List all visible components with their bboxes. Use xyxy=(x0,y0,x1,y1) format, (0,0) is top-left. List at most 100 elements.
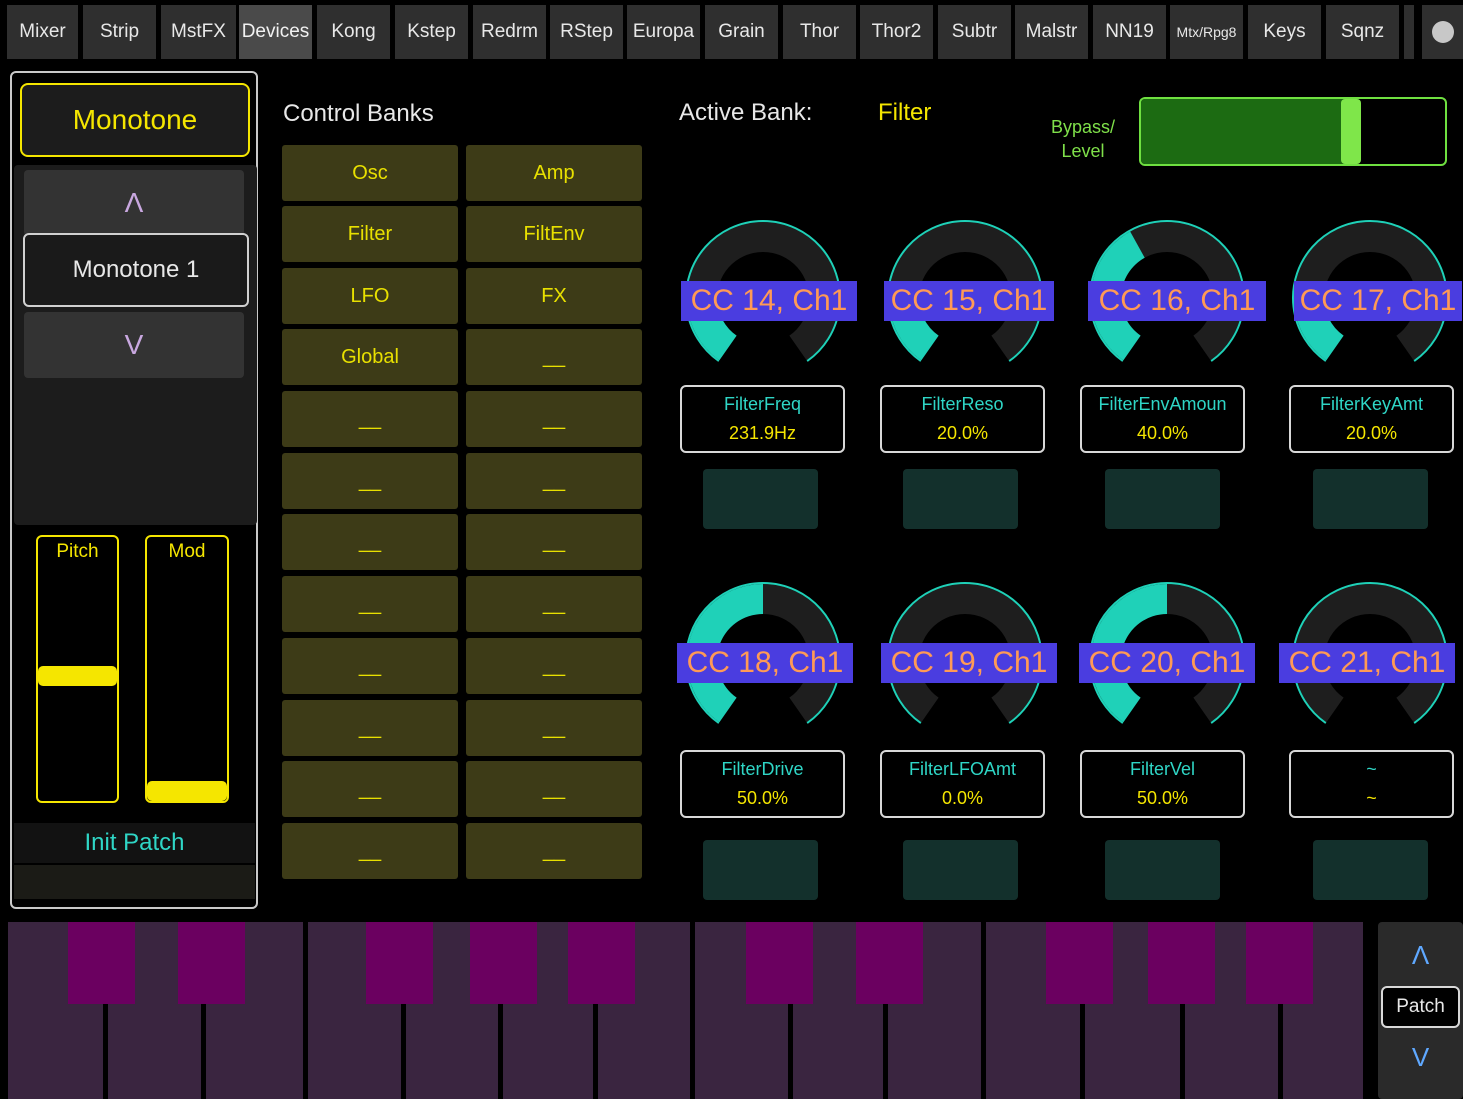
bank-button-left-3[interactable]: LFO xyxy=(282,268,458,324)
patch-down-button[interactable]: V xyxy=(24,312,244,378)
tab-scroll-stub xyxy=(1404,5,1414,59)
knob-6-param-value: 0.0% xyxy=(941,788,984,808)
bank-button-right-6[interactable]: __ xyxy=(466,453,642,509)
mod-wheel-handle[interactable] xyxy=(147,781,227,801)
active-bank-label: Active Bank: xyxy=(679,99,813,126)
bank-button-right-9[interactable]: __ xyxy=(466,638,642,694)
bank-button-left-12[interactable]: __ xyxy=(282,823,458,879)
black-key[interactable] xyxy=(856,922,923,1004)
bank-button-right-2[interactable]: FiltEnv xyxy=(466,206,642,262)
bank-button-left-8[interactable]: __ xyxy=(282,576,458,632)
knob-8-pad[interactable] xyxy=(1313,840,1428,900)
knob-7-param-name: FilterVel xyxy=(1129,759,1196,779)
black-key[interactable] xyxy=(366,922,433,1004)
black-key[interactable] xyxy=(470,922,537,1004)
knob-8-param-name: ~ xyxy=(1366,759,1377,779)
knob-2-pad[interactable] xyxy=(903,469,1018,529)
knob-7-pad[interactable] xyxy=(1105,840,1220,900)
bank-button-right-1[interactable]: Amp xyxy=(466,145,642,201)
knob-4-param-name: FilterKeyAmt xyxy=(1319,394,1424,414)
knob-2-param-box[interactable]: FilterReso 20.0% xyxy=(880,385,1045,453)
bank-button-right-7[interactable]: __ xyxy=(466,514,642,570)
bank-button-right-5[interactable]: __ xyxy=(466,391,642,447)
tab-nn19[interactable]: NN19 xyxy=(1093,5,1166,59)
patch-button[interactable]: Patch xyxy=(1381,986,1460,1028)
knob-1-pad[interactable] xyxy=(703,469,818,529)
bank-button-right-4[interactable]: __ xyxy=(466,329,642,385)
active-bank-value: Filter xyxy=(878,99,932,126)
tab-devices[interactable]: Devices xyxy=(239,5,312,59)
knob-2-cc-label: CC 15, Ch1 xyxy=(884,281,1054,321)
tab-rstep[interactable]: RStep xyxy=(550,5,623,59)
tab-mtx-rpg8[interactable]: Mtx/Rpg8 xyxy=(1170,5,1243,59)
knob-4-pad[interactable] xyxy=(1313,469,1428,529)
control-banks-title: Control Banks xyxy=(283,100,434,127)
bank-button-left-10[interactable]: __ xyxy=(282,700,458,756)
bank-button-left-1[interactable]: Osc xyxy=(282,145,458,201)
knob-7-param-box[interactable]: FilterVel 50.0% xyxy=(1080,750,1245,818)
octave-up-button[interactable]: Λ xyxy=(1378,930,1463,980)
bank-button-left-2[interactable]: Filter xyxy=(282,206,458,262)
bank-button-left-11[interactable]: __ xyxy=(282,761,458,817)
tab-subtr[interactable]: Subtr xyxy=(938,5,1011,59)
knob-2-param-value: 20.0% xyxy=(936,423,989,443)
device-name-button[interactable]: Monotone xyxy=(20,83,250,157)
knob-3-pad[interactable] xyxy=(1105,469,1220,529)
bank-button-right-8[interactable]: __ xyxy=(466,576,642,632)
pitch-wheel-handle[interactable] xyxy=(38,665,117,686)
bypass-level-handle[interactable] xyxy=(1340,99,1361,164)
mod-wheel[interactable]: Mod xyxy=(145,535,229,803)
black-key[interactable] xyxy=(746,922,813,1004)
tab-strip[interactable]: Strip xyxy=(83,5,156,59)
octave-down-button[interactable]: V xyxy=(1378,1032,1463,1082)
bank-button-left-6[interactable]: __ xyxy=(282,453,458,509)
knob-8-param-box[interactable]: ~ ~ xyxy=(1289,750,1454,818)
black-key[interactable] xyxy=(178,922,245,1004)
tab-kstep[interactable]: Kstep xyxy=(395,5,468,59)
knob-2-param-name: FilterReso xyxy=(921,394,1004,414)
black-key[interactable] xyxy=(1148,922,1215,1004)
pitch-wheel[interactable]: Pitch xyxy=(36,535,119,803)
tab-mstfx[interactable]: MstFX xyxy=(161,5,236,59)
knob-1-param-box[interactable]: FilterFreq 231.9Hz xyxy=(680,385,845,453)
bypass-level-label: Bypass/ Level xyxy=(1040,115,1126,163)
patch-up-button[interactable]: Λ xyxy=(24,170,244,236)
bypass-level-fill xyxy=(1141,99,1351,164)
pitch-wheel-label: Pitch xyxy=(56,541,99,562)
bank-button-right-11[interactable]: __ xyxy=(466,761,642,817)
tab-europa[interactable]: Europa xyxy=(627,5,700,59)
bank-button-right-10[interactable]: __ xyxy=(466,700,642,756)
black-key[interactable] xyxy=(68,922,135,1004)
knob-6-param-name: FilterLFOAmt xyxy=(908,759,1016,779)
knob-6-param-box[interactable]: FilterLFOAmt 0.0% xyxy=(880,750,1045,818)
black-key[interactable] xyxy=(1046,922,1113,1004)
bypass-label-line2: Level xyxy=(1061,141,1105,161)
knob-5-param-box[interactable]: FilterDrive 50.0% xyxy=(680,750,845,818)
tab-grain[interactable]: Grain xyxy=(705,5,778,59)
tab-keys[interactable]: Keys xyxy=(1248,5,1321,59)
knob-1-cc-label: CC 14, Ch1 xyxy=(681,281,857,321)
tab-thor[interactable]: Thor xyxy=(783,5,856,59)
piano-keyboard[interactable] xyxy=(8,922,1368,1099)
tab-redrm[interactable]: Redrm xyxy=(473,5,546,59)
menu-button[interactable] xyxy=(1422,5,1463,59)
bank-button-left-4[interactable]: Global xyxy=(282,329,458,385)
tab-mixer[interactable]: Mixer xyxy=(7,5,78,59)
knob-5-pad[interactable] xyxy=(703,840,818,900)
knob-4-cc-label: CC 17, Ch1 xyxy=(1294,281,1462,321)
bank-button-left-7[interactable]: __ xyxy=(282,514,458,570)
tab-kong[interactable]: Kong xyxy=(317,5,390,59)
black-key[interactable] xyxy=(568,922,635,1004)
bank-button-right-3[interactable]: FX xyxy=(466,268,642,324)
tab-thor2[interactable]: Thor2 xyxy=(860,5,933,59)
tab-malstr[interactable]: Malstr xyxy=(1015,5,1088,59)
bypass-level-slider[interactable] xyxy=(1139,97,1447,166)
black-key[interactable] xyxy=(1246,922,1313,1004)
knob-6-pad[interactable] xyxy=(903,840,1018,900)
bank-button-left-5[interactable]: __ xyxy=(282,391,458,447)
knob-3-param-box[interactable]: FilterEnvAmoun 40.0% xyxy=(1080,385,1245,453)
tab-sqnz[interactable]: Sqnz xyxy=(1326,5,1399,59)
knob-4-param-box[interactable]: FilterKeyAmt 20.0% xyxy=(1289,385,1454,453)
bank-button-left-9[interactable]: __ xyxy=(282,638,458,694)
bank-button-right-12[interactable]: __ xyxy=(466,823,642,879)
